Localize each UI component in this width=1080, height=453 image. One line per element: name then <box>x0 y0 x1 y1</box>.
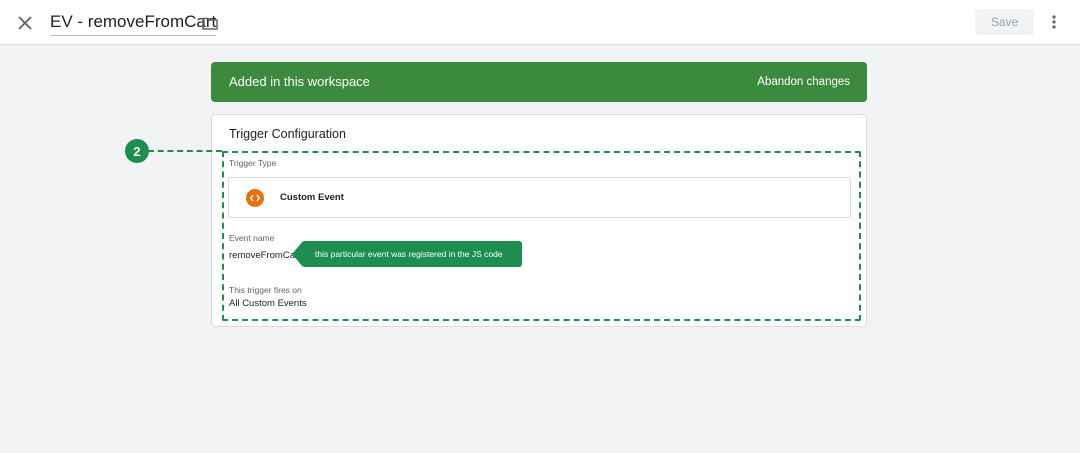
fires-on-value: All Custom Events <box>229 298 307 309</box>
step-badge: 2 <box>125 139 149 163</box>
event-name-container: removeFromCart <box>228 249 296 263</box>
save-button[interactable]: Save <box>975 9 1034 35</box>
page-title: EV - removeFromCart <box>50 12 217 31</box>
trigger-type-label: Trigger Type <box>229 158 277 168</box>
event-name-label: Event name <box>229 233 275 243</box>
workspace-status-banner: Added in this workspace Abandon changes <box>211 62 867 102</box>
abandon-changes-link[interactable]: Abandon changes <box>757 76 850 88</box>
event-name-value: removeFromCart <box>229 250 296 261</box>
card-title: Trigger Configuration <box>229 127 346 141</box>
folder-button[interactable] <box>199 12 221 34</box>
annotation-tooltip: this particular event was registered in … <box>302 241 522 267</box>
title-field[interactable]: EV - removeFromCart <box>50 8 217 36</box>
close-icon <box>18 16 32 30</box>
fires-on-label: This trigger fires on <box>229 285 302 295</box>
custom-event-icon <box>246 189 264 207</box>
annotation-connector <box>148 150 222 152</box>
close-button[interactable] <box>14 12 36 34</box>
trigger-type-selector[interactable]: Custom Event <box>228 177 851 218</box>
folder-icon <box>202 17 218 30</box>
code-icon <box>250 194 260 202</box>
more-vert-icon <box>1052 15 1056 29</box>
more-options-button[interactable] <box>1044 11 1064 33</box>
top-bar: EV - removeFromCart Save <box>0 0 1080 45</box>
trigger-type-value: Custom Event <box>280 192 344 203</box>
banner-text: Added in this workspace <box>229 74 370 89</box>
tooltip-text: this particular event was registered in … <box>315 249 503 259</box>
